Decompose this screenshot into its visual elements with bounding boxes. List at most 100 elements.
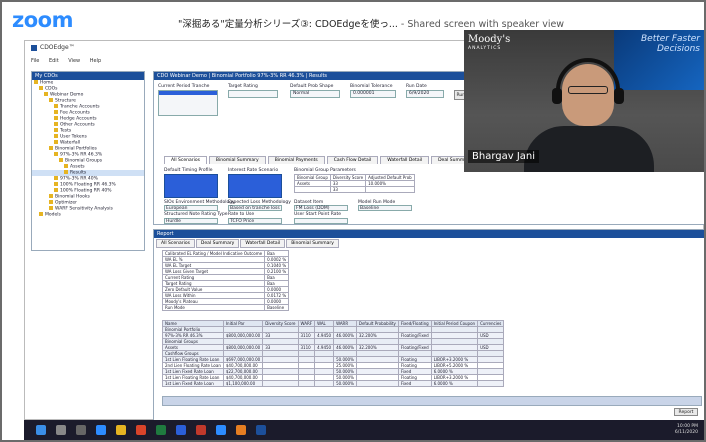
interest-rate-list[interactable] [228, 174, 282, 198]
table-cell: 25.000% [333, 362, 357, 369]
start-icon[interactable] [36, 425, 46, 435]
menu-edit[interactable]: Edit [49, 58, 59, 64]
summary-value: 0.0002 % [264, 256, 290, 263]
selected-tranche-row[interactable] [159, 91, 217, 95]
table-cell [297, 380, 316, 387]
report-header: Report [154, 230, 704, 238]
label-structured-note: Structured Note Rating Type [164, 212, 228, 217]
folder-icon [54, 128, 58, 132]
moody-env-select[interactable]: European [164, 205, 218, 211]
excel-icon[interactable] [156, 425, 166, 435]
explorer-icon[interactable] [116, 425, 126, 435]
cdoedge-taskbar-icon[interactable] [256, 425, 266, 435]
tree-item-label: Home [40, 80, 54, 86]
zoom-taskbar-icon[interactable] [216, 425, 226, 435]
rate-to-use-select[interactable]: TCFO Price [228, 218, 282, 224]
default-timing-list[interactable] [164, 174, 218, 198]
tab-binomial-summary[interactable]: Binomial Summary [208, 156, 266, 164]
tab-waterfall-detail[interactable]: Waterfall Detail [380, 156, 430, 164]
tolerance-input[interactable]: 0.000001 [350, 90, 396, 98]
structured-note-select[interactable]: Hurdle [164, 218, 218, 224]
default-prob-select[interactable]: Normal [290, 90, 340, 98]
report-button[interactable]: Report [674, 408, 698, 416]
menu-file[interactable]: File [31, 58, 39, 64]
report-tab-waterfall-detail[interactable]: Waterfall Detail [240, 239, 286, 248]
model-run-select[interactable]: Baseline [358, 205, 412, 211]
table-cell [477, 380, 505, 387]
powerpoint-icon[interactable] [196, 425, 206, 435]
menu-help[interactable]: Help [90, 58, 101, 64]
scenario-band [162, 396, 702, 406]
zoom-logo: zoom [12, 8, 73, 32]
tab-binomial-payments[interactable]: Binomial Payments [267, 156, 325, 164]
headset-left-ear [552, 88, 562, 104]
speaker-shirt [524, 126, 654, 172]
tab-all-scenarios[interactable]: All Scenarios [164, 156, 207, 164]
column-header[interactable]: Diversity Score [262, 320, 299, 327]
tree-item-label: Other Accounts [60, 122, 95, 128]
report-tab-all-scenarios[interactable]: All Scenarios [156, 239, 195, 248]
folder-icon [54, 188, 58, 192]
task-view-icon[interactable] [76, 425, 86, 435]
expected-loss-select[interactable]: Based on tranche loss [228, 205, 282, 211]
folder-icon [54, 122, 58, 126]
bg-cell[interactable] [365, 186, 415, 193]
edge-icon[interactable] [96, 425, 106, 435]
tree-item-label: Hedge Accounts [60, 116, 97, 122]
folder-icon [64, 170, 68, 174]
tree-header: My CDOs [32, 72, 144, 80]
column-header[interactable]: Default Probability [355, 320, 399, 327]
view-label: - Shared screen with speaker view [397, 19, 565, 30]
windows-taskbar: 10:00 PM 6/11/2020 [24, 420, 704, 440]
target-rating-select[interactable] [228, 90, 278, 98]
app-title: CDOEdge™ [40, 44, 75, 51]
table-cell: $1,100,000.00 [222, 380, 264, 387]
label-default-prob: Default Prob Shape [290, 84, 334, 89]
report-tab-binomial-summary[interactable]: Binomial Summary [286, 239, 339, 248]
column-header[interactable]: Fixed/Floating [397, 320, 432, 327]
table-cell: 1st Lien Floating Rate Loan [162, 374, 224, 381]
tree-item-label: Binomial Hooks [55, 194, 90, 200]
table-cell: 6.0000 % [430, 380, 479, 387]
table-cell [262, 380, 299, 387]
column-header[interactable]: Initial Period Coupon [430, 320, 479, 327]
search-icon[interactable] [56, 425, 66, 435]
table-cell: 50.000% [333, 374, 357, 381]
tree-item-label: Results [70, 170, 87, 176]
tree-item-label: Models [45, 212, 61, 218]
label-binomial-tolerance: Binomial Tolerance [350, 84, 393, 89]
table-cell: Floating/Fixed [397, 332, 432, 339]
dataset-select[interactable]: FM Loss (DDM) [294, 205, 348, 211]
tree-item[interactable]: Models [32, 212, 144, 218]
bg-cell[interactable] [294, 186, 331, 193]
column-header[interactable]: Currencies [477, 320, 505, 327]
label-target-rating: Target Rating [228, 84, 258, 89]
app-icon-1[interactable] [236, 425, 246, 435]
bg-header-row: Binomial Group Diversity Score Adjusted … [294, 174, 415, 181]
table-row[interactable]: 1st Lien Fixed Rate Loan $1,100,000.00 50.… [162, 380, 505, 387]
summary-label: Run Mode [161, 304, 266, 311]
table-cell: $697,000,000.00 [222, 356, 264, 363]
folder-icon [39, 86, 43, 90]
word-icon[interactable] [176, 425, 186, 435]
office-icon[interactable] [136, 425, 146, 435]
taskbar-clock[interactable]: 10:00 PM 6/11/2020 [675, 424, 698, 436]
bg-col: Binomial Group [294, 174, 331, 181]
bg-row[interactable]: 33 [294, 186, 415, 193]
report-summary-table: Calibrated EL Rating / Model Indicative … [161, 250, 290, 311]
folder-icon [44, 92, 48, 96]
bg-cell[interactable]: 33 [329, 186, 367, 193]
menu-view[interactable]: View [68, 58, 80, 64]
report-tab-deal-summary[interactable]: Deal Summary [195, 239, 240, 248]
table-cell: Floating/Fixed [397, 344, 432, 351]
user-start-input[interactable] [294, 218, 348, 224]
summary-label: Calibrated EL Rating / Model Indicative … [161, 250, 266, 257]
current-period-list[interactable] [158, 90, 218, 116]
folder-icon [49, 194, 53, 198]
table-cell: 50.000% [333, 368, 357, 375]
tab-cash-flow-detail[interactable]: Cash Flow Detail [326, 156, 379, 164]
meeting-title: "深掘ある"定量分析シリーズ③: CDOEdgeを使っ... - Shared … [178, 16, 564, 30]
run-date-input[interactable]: 6/9/2020 [406, 90, 444, 98]
table-cell: 46.000% [333, 344, 357, 351]
table-cell: 46.000% [333, 332, 357, 339]
